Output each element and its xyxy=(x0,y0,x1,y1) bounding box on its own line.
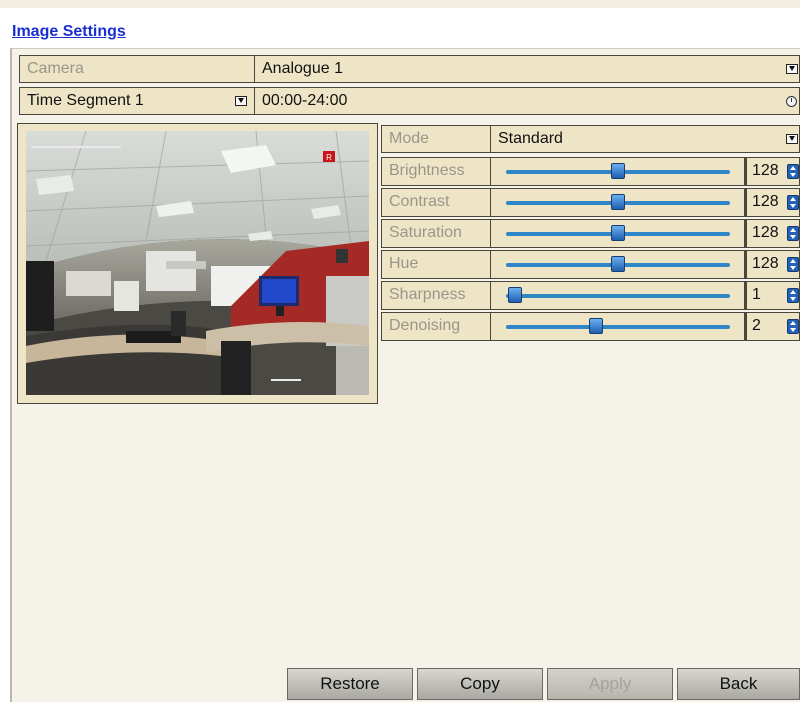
apply-button[interactable]: Apply xyxy=(547,668,673,700)
slider-value-box[interactable]: 128 xyxy=(745,188,800,217)
chevron-down-icon[interactable] xyxy=(235,96,247,106)
clock-icon[interactable] xyxy=(786,96,797,107)
slider-handle[interactable] xyxy=(507,287,522,303)
slider-track-cell[interactable] xyxy=(491,219,745,248)
time-range-value: 00:00-24:00 xyxy=(262,92,348,109)
slider-value-box[interactable]: 128 xyxy=(745,219,800,248)
slider-track[interactable] xyxy=(506,325,730,329)
slider-value-box[interactable]: 2 xyxy=(745,312,800,341)
camera-preview: R xyxy=(26,131,369,395)
camera-select[interactable]: Analogue 1 xyxy=(255,55,800,83)
mode-select[interactable]: Standard xyxy=(491,125,800,153)
back-button[interactable]: Back xyxy=(677,668,800,700)
slider-handle[interactable] xyxy=(611,194,625,210)
time-segment-value: Time Segment 1 xyxy=(27,92,144,109)
mode-value: Standard xyxy=(498,130,563,147)
slider-label: Sharpness xyxy=(381,281,491,310)
slider-handle[interactable] xyxy=(611,256,625,272)
slider-value-box[interactable]: 1 xyxy=(745,281,800,310)
office-scene: R xyxy=(26,131,369,395)
page-title[interactable]: Image Settings xyxy=(12,23,126,41)
chevron-down-icon[interactable] xyxy=(786,134,798,144)
slider-value-box[interactable]: 128 xyxy=(745,250,800,279)
spinner-icon[interactable] xyxy=(787,257,799,272)
time-segment-select[interactable]: Time Segment 1 xyxy=(19,87,255,115)
slider-label: Contrast xyxy=(381,188,491,217)
top-strip xyxy=(0,0,800,8)
slider-label: Brightness xyxy=(381,157,491,186)
slider-track-cell[interactable] xyxy=(491,250,745,279)
slider-handle[interactable] xyxy=(611,225,625,241)
preview-frame: R xyxy=(17,123,378,404)
restore-button[interactable]: Restore xyxy=(287,668,413,700)
camera-value: Analogue 1 xyxy=(262,60,343,77)
spinner-icon[interactable] xyxy=(787,164,799,179)
slider-value: 128 xyxy=(752,162,779,179)
slider-track-cell[interactable] xyxy=(491,281,745,310)
slider-label: Denoising xyxy=(381,312,491,341)
slider-value: 128 xyxy=(752,224,779,241)
chevron-down-icon[interactable] xyxy=(786,64,798,74)
spinner-icon[interactable] xyxy=(787,288,799,303)
slider-label: Saturation xyxy=(381,219,491,248)
slider-handle[interactable] xyxy=(588,318,603,334)
slider-label: Hue xyxy=(381,250,491,279)
slider-track-cell[interactable] xyxy=(491,188,745,217)
record-badge: R xyxy=(326,153,332,162)
copy-button[interactable]: Copy xyxy=(417,668,543,700)
slider-handle[interactable] xyxy=(611,163,625,179)
mode-label: Mode xyxy=(381,125,491,153)
time-range-field[interactable]: 00:00-24:00 xyxy=(255,87,800,115)
spinner-icon[interactable] xyxy=(787,195,799,210)
slider-value: 128 xyxy=(752,193,779,210)
slider-value-box[interactable]: 128 xyxy=(745,157,800,186)
slider-value: 2 xyxy=(752,317,761,334)
spinner-icon[interactable] xyxy=(787,226,799,241)
slider-value: 1 xyxy=(752,286,761,303)
spinner-icon[interactable] xyxy=(787,319,799,334)
slider-track[interactable] xyxy=(506,294,730,298)
slider-track-cell[interactable] xyxy=(491,312,745,341)
slider-value: 128 xyxy=(752,255,779,272)
slider-track-cell[interactable] xyxy=(491,157,745,186)
camera-label: Camera xyxy=(19,55,255,83)
